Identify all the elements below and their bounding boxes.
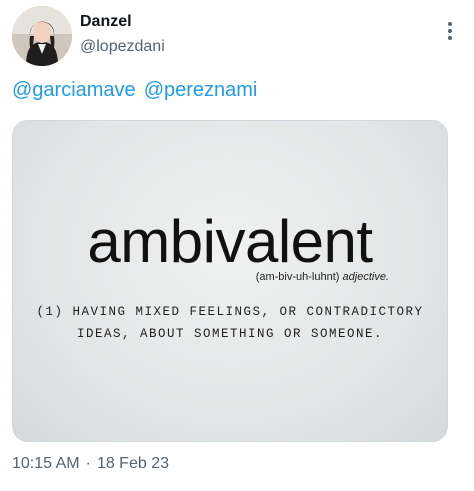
definition-line: (1) HAVING MIXED FEELINGS, OR CONTRADICT… [36,305,424,319]
definition-line: IDEAS, ABOUT SOMETHING OR SOMEONE. [76,327,384,341]
user-handle[interactable]: @lopezdani [80,36,165,58]
tweet-timestamp[interactable]: 10:15 AM · 18 Feb 23 [12,455,169,473]
tweet-time: 10:15 AM [12,455,80,472]
part-of-speech: adjective. [342,271,389,283]
avatar-photo [12,6,72,66]
author-info: Danzel @lopezdani [80,12,165,58]
tweet-date: 18 Feb 23 [96,455,169,472]
tweet-image[interactable]: ambivalent (am-biv-uh-luhnt) adjective. … [12,120,448,442]
display-name[interactable]: Danzel [80,12,165,32]
mention-link[interactable]: @garciamave [12,79,136,101]
pronunciation-text: (am-biv-uh-luhnt) [255,271,340,283]
tweet-header: Danzel @lopezdani [12,6,462,68]
separator: · [85,455,91,472]
mention-link[interactable]: @pereznami [144,79,258,101]
avatar[interactable] [12,6,72,66]
image-definition: (1) HAVING MIXED FEELINGS, OR CONTRADICT… [13,301,447,345]
image-word: ambivalent [87,208,373,275]
image-pronunciation: (am-biv-uh-luhnt) adjective. [256,271,389,283]
tweet-text: @garciamave @pereznami [12,76,265,104]
more-vertical-icon[interactable] [438,18,462,44]
